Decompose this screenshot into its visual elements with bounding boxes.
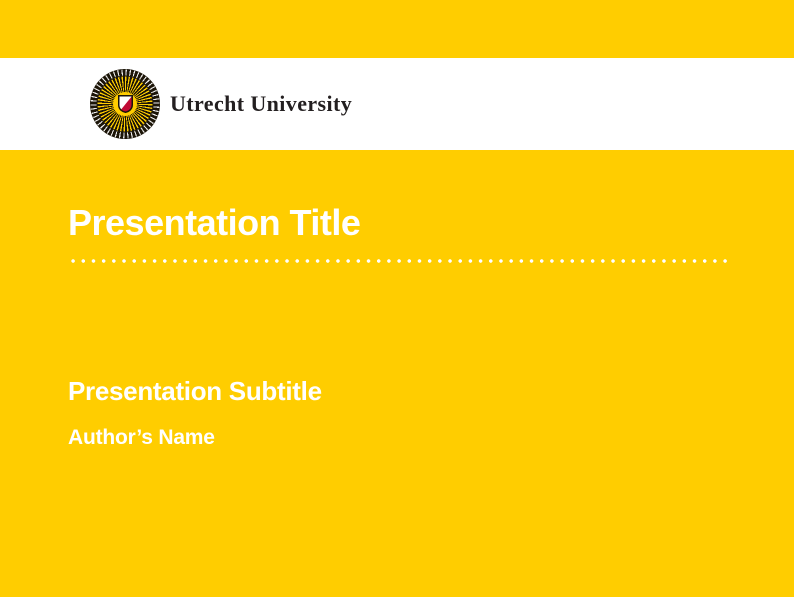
utrecht-university-seal-icon xyxy=(90,69,160,139)
author-name: Author’s Name xyxy=(68,426,215,450)
presentation-title: Presentation Title xyxy=(68,202,360,243)
presentation-subtitle: Presentation Subtitle xyxy=(68,376,322,407)
utrecht-shield-icon xyxy=(118,95,133,113)
header-band: Utrecht University xyxy=(0,58,794,150)
university-wordmark: Utrecht University xyxy=(170,91,352,117)
dotted-separator xyxy=(68,258,730,264)
top-yellow-band xyxy=(0,0,794,58)
title-slide: Utrecht University Presentation Title Pr… xyxy=(0,0,794,597)
